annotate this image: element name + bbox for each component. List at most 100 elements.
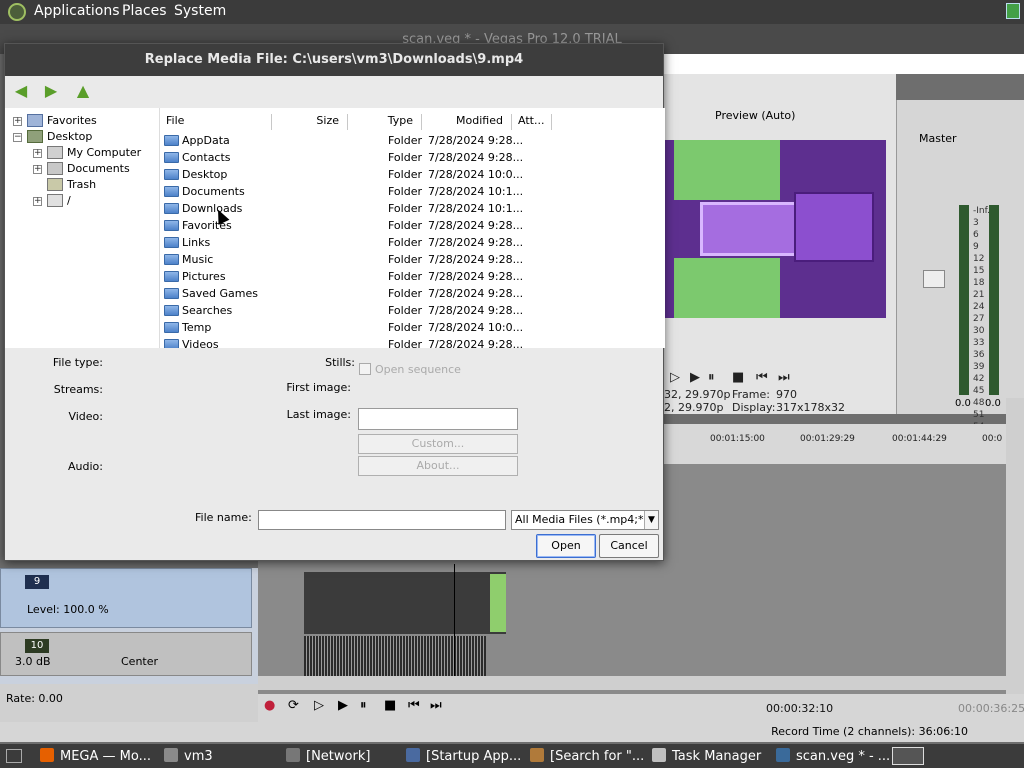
preview-quality-dropdown[interactable]: Preview (Auto)	[715, 109, 795, 122]
file-type-filter-dropdown[interactable]: All Media Files (*.mp4;*.m ▼	[511, 510, 659, 530]
master-meter-scale: -Inf.36912151821242730333639424548515457	[973, 205, 990, 445]
nav-toolbar: ◀ ▶ ▲	[5, 76, 663, 106]
pause-icon[interactable]: ⏸	[360, 698, 367, 713]
file-row[interactable]: AppData Folder 7/28/2024 9:28...	[160, 132, 665, 149]
meter-scale-tick: 42	[973, 374, 985, 384]
master-fader[interactable]	[923, 270, 945, 288]
file-row[interactable]: Contacts Folder 7/28/2024 9:28...	[160, 149, 665, 166]
cancel-button[interactable]: Cancel	[599, 534, 659, 558]
video-track-header[interactable]: 9 Level: 100.0 %	[0, 568, 252, 628]
playhead-cursor[interactable]	[454, 564, 455, 676]
loop-icon[interactable]: ⟳	[288, 698, 299, 713]
expand-icon[interactable]: +	[13, 117, 22, 126]
master-bus-panel: Master -Inf. 3 6 9 12 15 18 21 24 27 30 33 36 39 42 45 4…	[896, 100, 1024, 444]
stop-icon[interactable]: ■	[732, 370, 744, 385]
rate-label: Rate: 0.00	[6, 692, 63, 705]
meter-scale-tick: 12	[973, 254, 985, 264]
column-type[interactable]: Type	[348, 114, 422, 130]
play-from-start-icon[interactable]: ▶	[690, 370, 700, 385]
preview-video-frame	[664, 140, 886, 318]
previous-frame-icon[interactable]: ⏮	[756, 370, 768, 385]
up-arrow-icon[interactable]: ▲	[73, 82, 93, 100]
folder-icon	[164, 305, 179, 316]
horizontal-scrollbar[interactable]	[258, 676, 1006, 690]
folder-icon	[164, 271, 179, 282]
taskbar-item[interactable]: [Startup App...	[406, 748, 521, 764]
file-modified: 7/28/2024 10:0...	[428, 168, 524, 181]
vertical-scrollbar[interactable]	[1006, 398, 1024, 714]
media-properties: File type: Streams: Video: Audio: Stills…	[5, 348, 663, 488]
chevron-down-icon[interactable]: ▼	[644, 511, 658, 529]
expand-icon[interactable]: +	[33, 197, 42, 206]
file-row[interactable]: Temp Folder 7/28/2024 10:0...	[160, 319, 665, 336]
file-row[interactable]: Searches Folder 7/28/2024 9:28...	[160, 302, 665, 319]
file-type: Folder	[388, 168, 422, 181]
record-icon[interactable]: ●	[264, 698, 275, 713]
play-icon[interactable]: ▷	[670, 370, 680, 385]
taskbar-item[interactable]: [Network]	[286, 748, 370, 764]
file-row[interactable]: Links Folder 7/28/2024 9:28...	[160, 234, 665, 251]
file-row[interactable]: Music Folder 7/28/2024 9:28...	[160, 251, 665, 268]
taskbar-item[interactable]: [Search for "...	[530, 748, 644, 764]
stop-icon[interactable]: ■	[384, 698, 396, 713]
file-row[interactable]: Favorites Folder 7/28/2024 9:28...	[160, 217, 665, 234]
column-attributes[interactable]: Att...	[512, 114, 552, 130]
file-name-input[interactable]	[258, 510, 506, 530]
workspace-switcher[interactable]	[892, 747, 924, 765]
collapse-icon[interactable]: −	[13, 133, 22, 142]
places-menu[interactable]: Places	[122, 3, 167, 19]
forward-arrow-icon[interactable]: ▶	[41, 82, 61, 100]
meter-scale-tick: 3	[973, 218, 979, 228]
audio-clip[interactable]	[304, 636, 486, 676]
app-icon	[406, 748, 420, 762]
system-menu[interactable]: System	[174, 3, 226, 19]
pause-icon[interactable]: ⏸	[708, 370, 715, 385]
column-modified[interactable]: Modified	[422, 114, 512, 130]
column-file[interactable]: File	[160, 114, 272, 130]
file-type: Folder	[388, 287, 422, 300]
last-image-field[interactable]	[358, 408, 518, 430]
taskbar-item[interactable]: scan.veg * - ...	[776, 748, 890, 764]
file-row[interactable]: Desktop Folder 7/28/2024 10:0...	[160, 166, 665, 183]
file-row[interactable]: Saved Games Folder 7/28/2024 9:28...	[160, 285, 665, 302]
file-name: Searches	[182, 304, 233, 317]
file-row[interactable]: Downloads Folder 7/28/2024 10:1...	[160, 200, 665, 217]
file-name-label: File name:	[195, 511, 252, 524]
taskbar-item[interactable]: vm3	[164, 748, 213, 764]
expand-icon[interactable]: +	[33, 149, 42, 158]
mint-logo-icon[interactable]	[8, 3, 26, 21]
go-to-start-icon[interactable]: ⏮	[408, 698, 420, 713]
open-button[interactable]: Open	[536, 534, 596, 558]
meter-scale-tick: 6	[973, 230, 979, 240]
next-frame-icon[interactable]: ⏭	[778, 370, 790, 385]
taskbar-item[interactable]: MEGA — Mo...	[40, 748, 151, 764]
computer-icon	[47, 146, 63, 159]
applications-menu[interactable]: Applications	[34, 3, 120, 19]
cursor-timecode[interactable]: 00:00:32:10	[766, 702, 833, 715]
meter-scale-tick: 21	[973, 290, 985, 300]
file-modified: 7/28/2024 9:28...	[428, 134, 524, 147]
window-icon	[286, 748, 300, 762]
timeline-ruler[interactable]: 00:01:15:00 00:01:29:29 00:01:44:29 00:0	[664, 424, 1006, 464]
audio-track-header[interactable]: 10 3.0 dB Center	[0, 632, 252, 676]
show-desktop-icon[interactable]	[6, 749, 22, 763]
file-row[interactable]: Documents Folder 7/28/2024 10:1...	[160, 183, 665, 200]
taskbar-item[interactable]: Task Manager	[652, 748, 761, 764]
play-icon[interactable]: ▶	[338, 698, 348, 713]
play-from-start-icon[interactable]: ▷	[314, 698, 324, 713]
about-button[interactable]: About...	[358, 456, 518, 476]
back-arrow-icon[interactable]: ◀	[11, 82, 31, 100]
column-size[interactable]: Size	[272, 114, 348, 130]
custom-button[interactable]: Custom...	[358, 434, 518, 454]
file-name: AppData	[182, 134, 230, 147]
file-row[interactable]: Videos Folder 7/28/2024 9:28...	[160, 336, 665, 348]
track-volume-label: 3.0 dB	[15, 655, 51, 668]
tray-indicator-icon[interactable]	[1006, 3, 1020, 19]
file-type: Folder	[388, 202, 422, 215]
expand-icon[interactable]: +	[33, 165, 42, 174]
file-row[interactable]: Pictures Folder 7/28/2024 9:28...	[160, 268, 665, 285]
folder-icon	[164, 169, 179, 180]
video-clip[interactable]	[304, 572, 506, 634]
open-sequence-checkbox[interactable]	[359, 363, 371, 375]
go-to-end-icon[interactable]: ⏭	[430, 698, 442, 713]
